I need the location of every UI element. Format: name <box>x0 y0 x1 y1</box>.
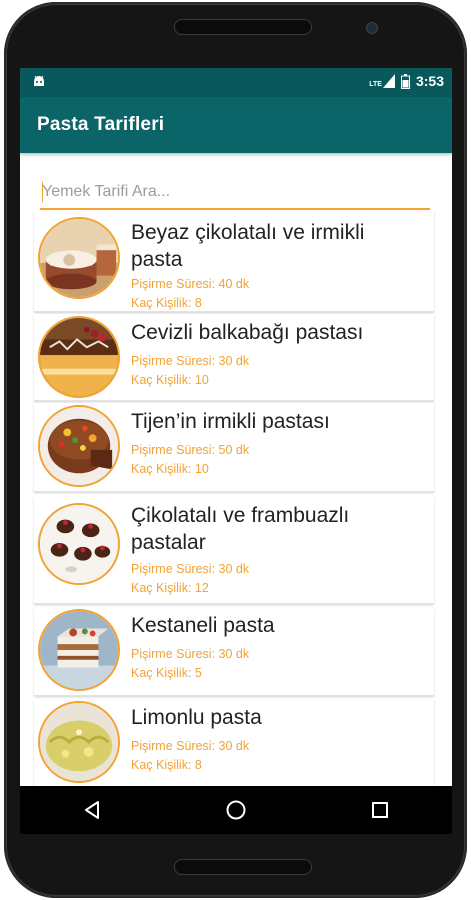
cooking-time: Pişirme Süresi: 30 dk <box>131 562 250 576</box>
home-circle-icon <box>226 800 246 820</box>
cooking-time: Pişirme Süresi: 30 dk <box>131 354 250 368</box>
recents-button[interactable] <box>360 790 400 830</box>
app-title: Pasta Tarifleri <box>37 114 165 135</box>
recipe-card[interactable]: Cevizli balkabağı pastası Pişirme Süresi… <box>34 314 434 401</box>
recipe-image-cake <box>38 217 120 299</box>
recipe-image-semolina-cake <box>38 405 120 487</box>
status-icons: LTE 3:53 <box>369 73 444 89</box>
cooking-time: Pişirme Süresi: 50 dk <box>131 443 250 457</box>
servings: Kaç Kişilik: 8 <box>131 758 202 772</box>
android-notification-icon <box>34 75 44 86</box>
recipe-title: Beyaz çikolatalı ve irmikli pasta <box>131 221 365 271</box>
servings: Kaç Kişilik: 5 <box>131 666 202 680</box>
recents-square-icon <box>372 802 388 818</box>
front-camera <box>366 22 378 34</box>
bottom-speaker <box>174 859 312 875</box>
recipe-title: Kestaneli pasta <box>131 614 275 637</box>
battery-icon <box>400 73 410 89</box>
servings: Kaç Kişilik: 10 <box>131 462 209 476</box>
search-input[interactable] <box>40 178 434 206</box>
home-button[interactable] <box>216 790 256 830</box>
cooking-time: Pişirme Süresi: 40 dk <box>131 277 250 291</box>
recipe-image-chestnut-cake <box>38 609 120 691</box>
app-bar: Pasta Tarifleri <box>20 97 452 153</box>
screen: LTE 3:53 Pasta Tarifleri Yemek Tarifi Ar… <box>20 68 452 786</box>
status-time: 3:53 <box>415 73 444 89</box>
back-triangle-icon <box>85 801 99 819</box>
lte-signal-icon: LTE <box>369 74 395 88</box>
search-field[interactable] <box>40 178 434 210</box>
recipe-list[interactable]: Beyaz çikolatalı ve irmikli pasta Pişirm… <box>34 211 434 786</box>
recipe-card[interactable]: Çikolatalı ve frambuazlı pastalar Pişirm… <box>34 497 434 604</box>
top-speaker <box>174 19 312 35</box>
recipe-image-chocolate-cupcakes <box>38 503 120 585</box>
back-button[interactable] <box>72 790 112 830</box>
recipe-title: Tijen’in irmikli pastası <box>131 410 330 433</box>
servings: Kaç Kişilik: 12 <box>131 581 209 595</box>
recipe-title: Limonlu pasta <box>131 706 262 729</box>
recipe-card[interactable]: Beyaz çikolatalı ve irmikli pasta Pişirm… <box>34 211 434 312</box>
recipe-card[interactable]: Tijen’in irmikli pastası Pişirme Süresi:… <box>34 403 434 492</box>
status-bar: LTE 3:53 <box>20 68 452 97</box>
recipe-title: Cevizli balkabağı pastası <box>131 321 364 344</box>
text-cursor <box>42 182 43 202</box>
navigation-bar <box>20 786 452 834</box>
cooking-time: Pişirme Süresi: 30 dk <box>131 647 250 661</box>
network-label: LTE <box>369 81 382 88</box>
recipe-image-lemon-cake <box>38 701 120 783</box>
servings: Kaç Kişilik: 10 <box>131 373 209 387</box>
recipe-card[interactable]: Kestaneli pasta Pişirme Süresi: 30 dk Ka… <box>34 607 434 696</box>
recipe-card[interactable]: Limonlu pasta Pişirme Süresi: 30 dk Kaç … <box>34 699 434 786</box>
cooking-time: Pişirme Süresi: 30 dk <box>131 739 250 753</box>
recipe-image-pumpkin-cake <box>38 316 120 398</box>
recipe-title: Çikolatalı ve frambuazlı pastalar <box>131 504 350 554</box>
servings: Kaç Kişilik: 8 <box>131 296 202 310</box>
